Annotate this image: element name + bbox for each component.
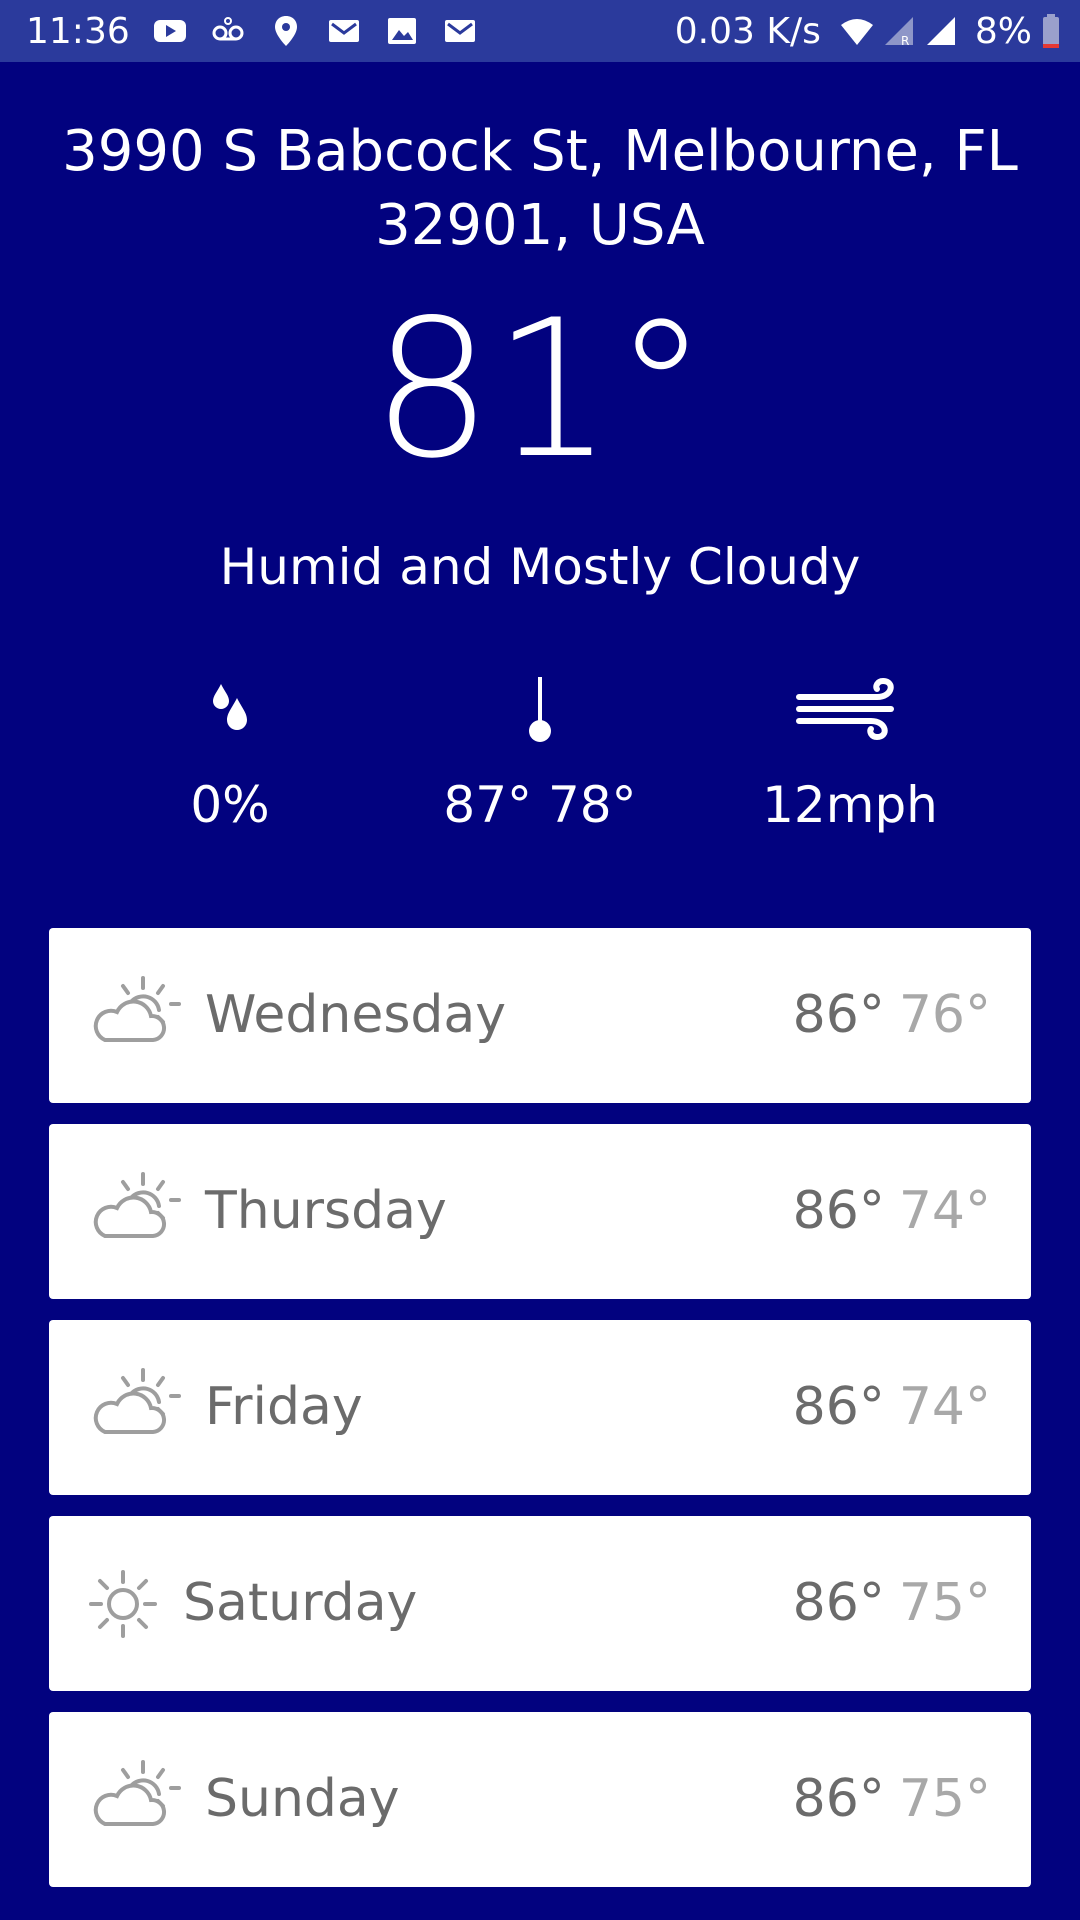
- forecast-day-card[interactable]: Wednesday 86° 76°: [49, 928, 1031, 1103]
- wind-icon: [690, 670, 1010, 750]
- current-condition: Humid and Mostly Cloudy: [219, 538, 861, 596]
- youtube-icon: [152, 13, 188, 49]
- wind-value: 12mph: [762, 776, 938, 834]
- partly-cloudy-icon: [85, 1358, 185, 1458]
- signal-roaming-icon: R: [881, 13, 917, 49]
- forecast-day-name: Wednesday: [205, 985, 507, 1045]
- status-time: 11:36: [26, 10, 130, 52]
- forecast-day-card[interactable]: Thursday 86° 74°: [49, 1124, 1031, 1299]
- location-pin-icon: [268, 13, 304, 49]
- raindrops-icon: [70, 670, 390, 750]
- forecast-temps: 86° 75°: [793, 1764, 991, 1834]
- gmail-icon: [326, 13, 362, 49]
- current-temperature: 81°: [371, 279, 709, 500]
- gmail-icon-2: [442, 13, 478, 49]
- signal-icon: [923, 13, 959, 49]
- forecast-high: 86°: [792, 1769, 885, 1829]
- forecast-day-name: Saturday: [183, 1573, 418, 1633]
- sun-icon: [85, 1554, 185, 1654]
- forecast-temps: 86° 75°: [793, 1568, 991, 1638]
- precipitation-stat: 0%: [70, 670, 390, 840]
- svg-text:R: R: [901, 34, 909, 48]
- location-address: 3990 S Babcock St, Melbourne, FL 32901, …: [62, 119, 1018, 258]
- battery-percent: 8%: [974, 10, 1032, 52]
- status-bar-left: 11:36: [26, 0, 478, 62]
- forecast-day-name: Friday: [205, 1377, 363, 1437]
- image-icon: [384, 13, 420, 49]
- forecast-low: 76°: [898, 985, 991, 1045]
- voicemail-icon: [210, 13, 246, 49]
- status-bar: 11:36 0.03 K/s R 8%: [0, 0, 1080, 62]
- network-speed: 0.03 K/s: [674, 10, 821, 52]
- forecast-temps: 86° 74°: [793, 1372, 991, 1442]
- forecast-low: 74°: [898, 1181, 991, 1241]
- forecast-day-card[interactable]: Sunday 86° 75°: [49, 1712, 1031, 1887]
- forecast-temps: 86° 74°: [793, 1176, 991, 1246]
- wifi-icon: [839, 13, 875, 49]
- forecast-day-name: Sunday: [205, 1769, 400, 1829]
- high-low-value: 87° 78°: [443, 776, 637, 834]
- forecast-day-card[interactable]: Friday 86° 74°: [49, 1320, 1031, 1495]
- forecast-low: 75°: [898, 1573, 991, 1633]
- thermometer-icon: [380, 670, 700, 750]
- precipitation-value: 0%: [190, 776, 270, 834]
- partly-cloudy-icon: [85, 966, 185, 1066]
- forecast-day-name: Thursday: [205, 1181, 447, 1241]
- forecast-high: 86°: [792, 1573, 885, 1633]
- forecast-low: 74°: [898, 1377, 991, 1437]
- forecast-high: 86°: [792, 1181, 885, 1241]
- partly-cloudy-icon: [85, 1162, 185, 1262]
- high-low-stat: 87° 78°: [380, 670, 700, 840]
- forecast-temps: 86° 76°: [793, 980, 991, 1050]
- partly-cloudy-icon: [85, 1750, 185, 1850]
- forecast-day-card[interactable]: Saturday 86° 75°: [49, 1516, 1031, 1691]
- forecast-high: 86°: [792, 1377, 885, 1437]
- wind-stat: 12mph: [690, 670, 1010, 840]
- forecast-high: 86°: [792, 985, 885, 1045]
- forecast-low: 75°: [898, 1769, 991, 1829]
- battery-icon: [1042, 14, 1060, 48]
- status-bar-right: 0.03 K/s R 8%: [675, 0, 1060, 62]
